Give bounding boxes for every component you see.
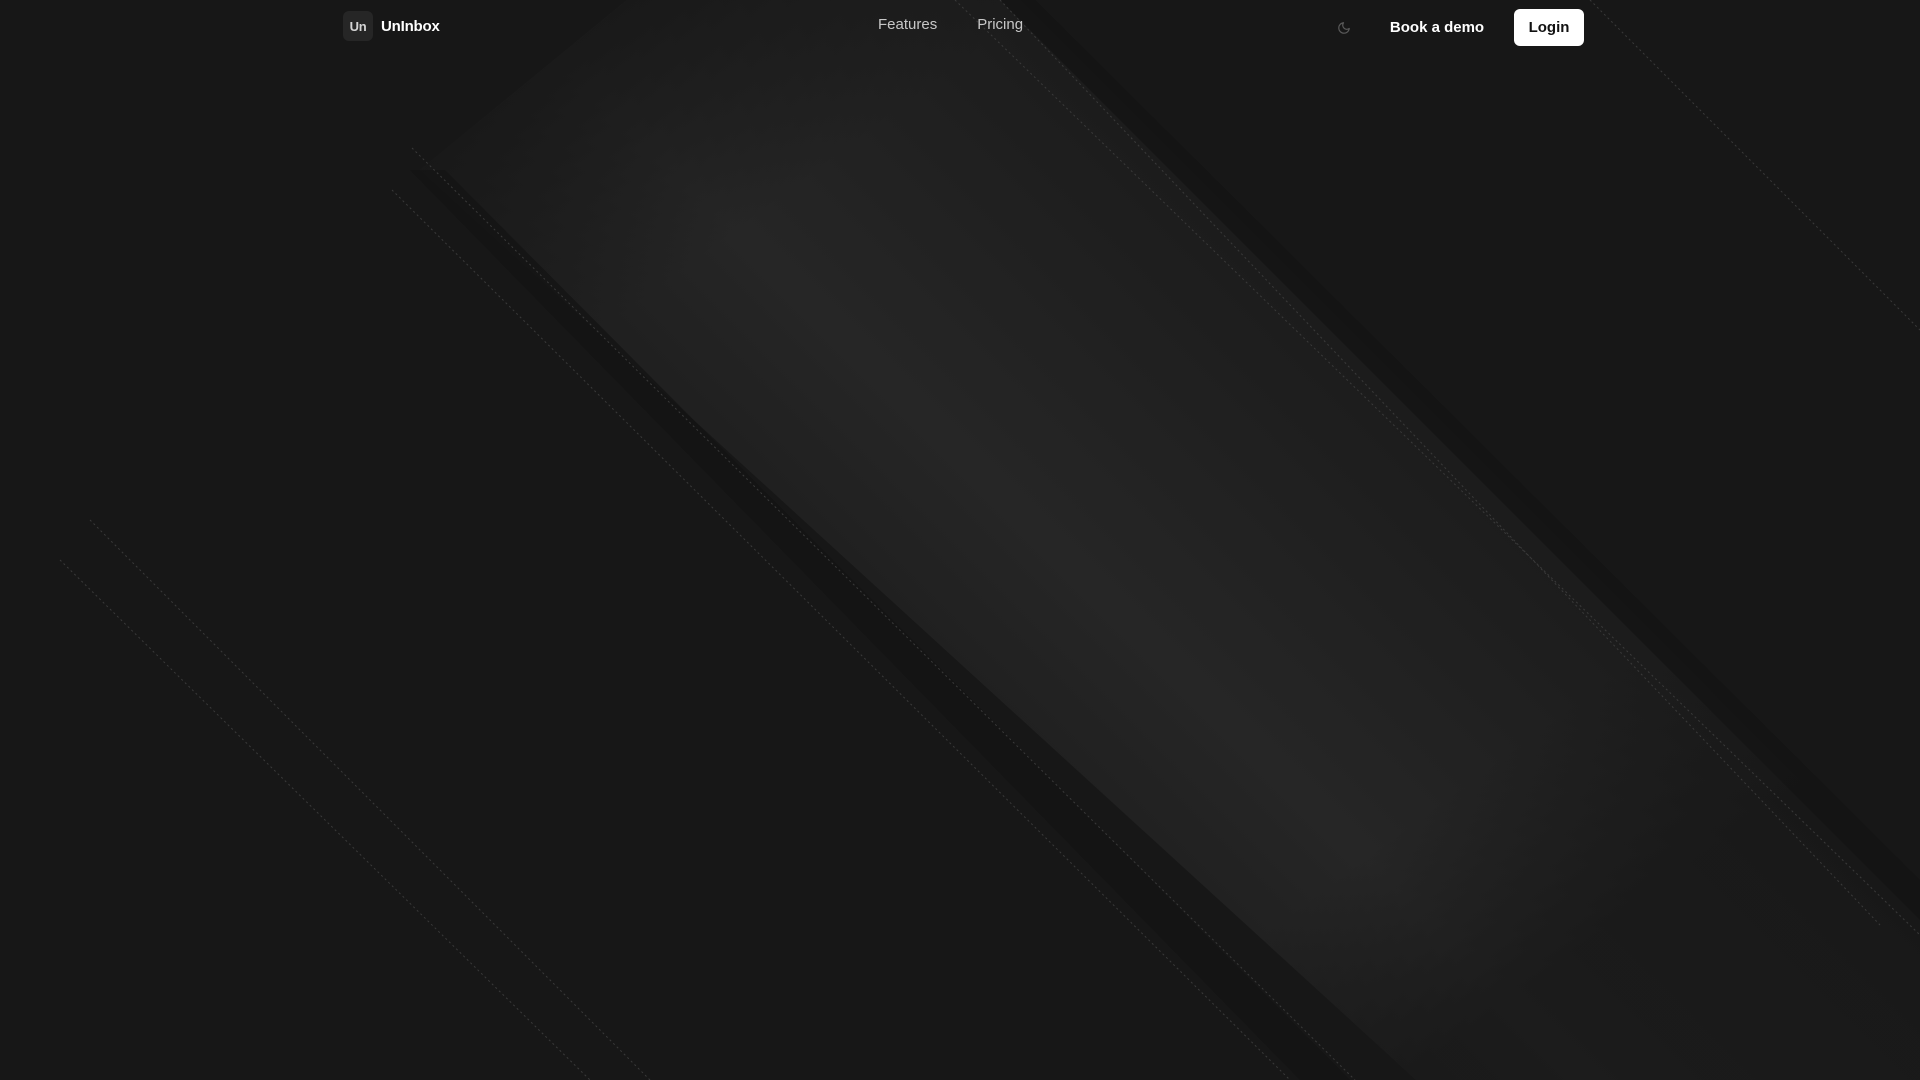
beam-edge-line bbox=[59, 559, 591, 1080]
landing-page: Un UnInbox Features Pricing Book a demo … bbox=[0, 0, 1920, 1080]
background-light-beams bbox=[59, 0, 1920, 1080]
brand-logo-mark: Un bbox=[343, 11, 373, 41]
beam-edge-line bbox=[999, 0, 1881, 926]
brand-name: UnInbox bbox=[381, 17, 440, 35]
login-button[interactable]: Login bbox=[1514, 9, 1584, 46]
beam-edge-line bbox=[89, 519, 651, 1080]
top-navbar: Un UnInbox Features Pricing Book a demo … bbox=[0, 0, 1920, 55]
beam-edge-line bbox=[954, 0, 1920, 936]
light-beam bbox=[420, 0, 1920, 1080]
book-demo-button[interactable]: Book a demo bbox=[1376, 9, 1498, 46]
nav-link-pricing[interactable]: Pricing bbox=[977, 16, 1023, 33]
moon-icon bbox=[1338, 22, 1350, 34]
nav-link-features[interactable]: Features bbox=[878, 16, 937, 33]
beam-edge-line bbox=[391, 189, 1291, 1080]
light-beam-fade bbox=[420, 0, 1920, 1080]
theme-toggle-button[interactable] bbox=[1333, 17, 1355, 39]
beam-edge-line bbox=[411, 147, 1356, 1080]
primary-nav: Features Pricing bbox=[878, 16, 1023, 33]
brand-logo-link[interactable]: Un UnInbox bbox=[343, 11, 440, 41]
beam-edge-shadow-left bbox=[410, 170, 1350, 1080]
beam-edge-shadow-right bbox=[1000, 0, 1920, 920]
